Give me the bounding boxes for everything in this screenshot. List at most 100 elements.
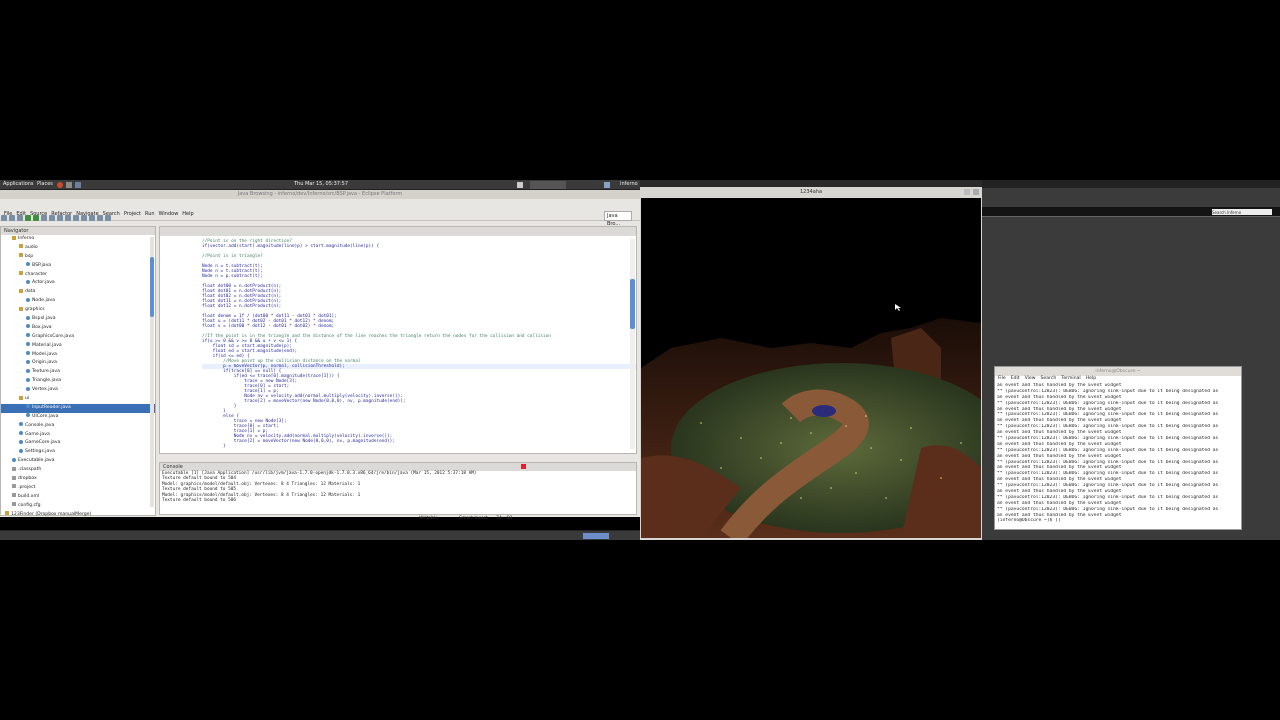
- java-file-icon: [19, 422, 23, 427]
- tree-item[interactable]: GameCore.java: [1, 439, 155, 448]
- console-panel: Console Executable [1] [Java Application…: [159, 462, 637, 515]
- navigator-panel: Navigator Inferno audio bsp BSP.java charact…: [0, 226, 156, 517]
- game-viewport[interactable]: [641, 198, 981, 538]
- maximize-icon[interactable]: [964, 189, 970, 195]
- right-search-input[interactable]: Search Inferno: [1212, 209, 1272, 215]
- search-icon[interactable]: [73, 215, 79, 221]
- tree-item[interactable]: Inferno: [1, 235, 155, 244]
- open-type-icon[interactable]: [65, 215, 71, 221]
- terminal-menu-search[interactable]: Search: [1041, 376, 1057, 381]
- new-class-icon[interactable]: [57, 215, 63, 221]
- external-tools-icon[interactable]: [41, 215, 47, 221]
- tree-item[interactable]: Triangle.java: [1, 377, 155, 386]
- tree-item[interactable]: dropbox: [1, 475, 155, 484]
- tree-item[interactable]: Texture.java: [1, 368, 155, 377]
- tree-item[interactable]: Executable.java: [1, 457, 155, 466]
- console-title[interactable]: Console: [160, 463, 636, 471]
- navigator-scrollbar[interactable]: [150, 237, 154, 507]
- terminal-menu-help[interactable]: Help: [1086, 376, 1096, 381]
- tree-item[interactable]: Actor.java: [1, 279, 155, 288]
- tray-icon[interactable]: [517, 182, 523, 188]
- tree-item[interactable]: Box.java: [1, 324, 155, 333]
- tree-item[interactable]: bsp: [1, 253, 155, 262]
- code-editor[interactable]: Game.javaActor.javaTriangle.javaOrigin.j…: [159, 226, 637, 454]
- new-package-icon[interactable]: [49, 215, 55, 221]
- tree-item[interactable]: Console.java: [1, 422, 155, 431]
- tree-item[interactable]: ui: [1, 395, 155, 404]
- tree-item[interactable]: Origin.java: [1, 359, 155, 368]
- tree-item-label: Triangle.java: [32, 378, 62, 384]
- java-file-icon: [26, 377, 30, 382]
- forward-icon[interactable]: [105, 215, 111, 221]
- tree-item[interactable]: Game.java: [1, 431, 155, 440]
- tree-item[interactable]: graphics: [1, 306, 155, 315]
- tree-item-label: Bspxl.java: [32, 316, 56, 322]
- java-file-icon: [26, 333, 30, 338]
- java-file-icon: [26, 297, 30, 302]
- back-icon[interactable]: [97, 215, 103, 221]
- terminal-menu-file[interactable]: File: [998, 376, 1006, 381]
- terminal-menu-edit[interactable]: Edit: [1011, 376, 1020, 381]
- status-writable: Writable: [419, 516, 439, 521]
- tree-item[interactable]: Node.java: [1, 297, 155, 306]
- tree-item[interactable]: Bspxl.java: [1, 315, 155, 324]
- code-area[interactable]: //Point is on the right direction? if(vec…: [160, 236, 636, 449]
- tree-item-label: InputReader.java: [32, 404, 71, 410]
- files-launcher-icon[interactable]: [75, 182, 81, 188]
- tree-item[interactable]: Vertex.java: [1, 386, 155, 395]
- tree-item[interactable]: build.xml: [1, 493, 155, 502]
- tree-item[interactable]: config.cfg: [1, 502, 155, 511]
- folder-icon: [19, 244, 23, 249]
- tree-item[interactable]: data: [1, 288, 155, 297]
- network-icon[interactable]: [604, 182, 610, 188]
- tree-item[interactable]: character: [1, 271, 155, 280]
- tree-item[interactable]: Settings.java: [1, 448, 155, 457]
- run-icon[interactable]: [33, 215, 39, 221]
- print-icon[interactable]: [17, 215, 23, 221]
- terminal-menu-view[interactable]: View: [1025, 376, 1036, 381]
- taskbar: [Infernonodes/yes - Sk...Java Browsing -…: [0, 530, 640, 540]
- perspective-button[interactable]: Java Bro...: [604, 211, 632, 227]
- console-output[interactable]: Executable [1] [Java Application] /usr/l…: [160, 471, 636, 503]
- tree-item-label: Game.java: [25, 431, 50, 437]
- terminal-menu-terminal[interactable]: Terminal: [1061, 376, 1080, 381]
- tree-item[interactable]: audio: [1, 244, 155, 253]
- status-insert-mode: Smart Insert: [459, 516, 488, 521]
- terminate-icon[interactable]: [521, 464, 526, 469]
- close-icon[interactable]: [973, 189, 979, 195]
- tray-icons: [530, 181, 566, 189]
- tree-item[interactable]: Model.java: [1, 351, 155, 360]
- clock[interactable]: Thu Mar 15, 05:37:57: [294, 181, 348, 187]
- terminal-title: inferno@Obscure:~: [995, 367, 1241, 376]
- tree-item[interactable]: .project: [1, 484, 155, 493]
- top-panel: Applications Places Thu Mar 15, 05:37:57…: [0, 180, 640, 190]
- terminal-line: [inferno@Obscure ~]$ []: [997, 518, 1061, 524]
- places-menu[interactable]: Places: [37, 181, 53, 187]
- tree-item[interactable]: GraphicsCore.java: [1, 333, 155, 342]
- tree-item[interactable]: Material.java: [1, 342, 155, 351]
- tree-item-label: Node.java: [32, 298, 56, 304]
- firefox-icon[interactable]: [57, 182, 63, 188]
- terminal-launcher-icon[interactable]: [66, 182, 72, 188]
- java-file-icon: [26, 359, 30, 364]
- next-annotation-icon[interactable]: [81, 215, 87, 221]
- java-file-icon: [26, 342, 30, 347]
- eclipse-window: Java Browsing - inferno/dev/Inferno/src/…: [0, 190, 640, 521]
- applications-menu[interactable]: Applications: [3, 181, 34, 187]
- tree-item[interactable]: BSP.java: [1, 262, 155, 271]
- workspace-switcher[interactable]: [583, 533, 609, 539]
- editor-scrollbar[interactable]: [630, 239, 635, 449]
- save-icon[interactable]: [9, 215, 15, 221]
- debug-icon[interactable]: [25, 215, 31, 221]
- navigator-title[interactable]: Navigator: [1, 227, 155, 235]
- terminal-output[interactable]: an event and thus handled by the Event w…: [995, 383, 1241, 524]
- prev-annotation-icon[interactable]: [89, 215, 95, 221]
- file-icon: [12, 475, 16, 480]
- tree-item[interactable]: UICore.java: [1, 413, 155, 422]
- tree-item-label: config.cfg: [18, 502, 41, 508]
- tree-item[interactable]: .classpath: [1, 466, 155, 475]
- new-icon[interactable]: [1, 215, 7, 221]
- user-name[interactable]: Inferno: [620, 181, 638, 187]
- java-file-icon: [26, 386, 30, 391]
- tree-item[interactable]: InputReader.java: [1, 403, 155, 413]
